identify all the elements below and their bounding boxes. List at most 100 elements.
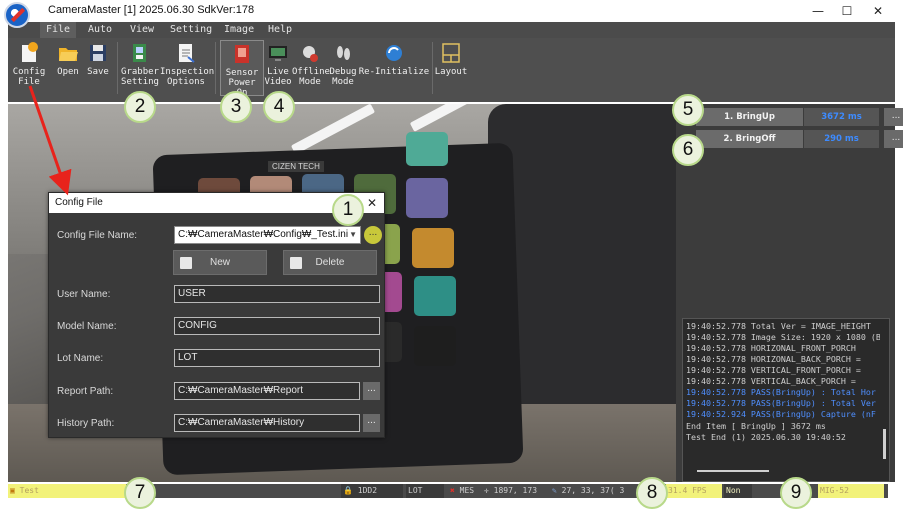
status-pixel-text: 27, 33, 37( 3 bbox=[561, 486, 625, 495]
monitor-icon bbox=[269, 46, 287, 61]
config-file-label: Config bbox=[12, 67, 46, 77]
debug-mode-button[interactable]: Debug Mode bbox=[328, 40, 358, 96]
inspection-doc-icon bbox=[179, 44, 195, 63]
log-line: 19:40:52.778 VERTICAL_FRONT_PORCH = bbox=[686, 365, 861, 375]
menu-auto[interactable]: Auto bbox=[82, 22, 118, 38]
config-file-label-2: File bbox=[18, 77, 40, 87]
status-lot-text: LOT bbox=[408, 486, 423, 495]
offline-mode-icon bbox=[303, 46, 318, 62]
layout-button[interactable]: Layout bbox=[434, 40, 468, 96]
step-more-button[interactable]: ... bbox=[884, 108, 903, 126]
log-line: 19:40:52.778 HORIZONAL_BACK_PORCH = bbox=[686, 354, 861, 364]
log-line: Test End (1) 2025.06.30 19:40:52 bbox=[686, 432, 846, 442]
grabber-setting-label-2: Setting bbox=[121, 77, 159, 87]
history-path-browse-button[interactable]: ... bbox=[363, 414, 380, 432]
new-file-icon bbox=[180, 257, 192, 269]
live-video-label-2: Video bbox=[264, 77, 292, 87]
lock-icon: 🔒 bbox=[343, 486, 353, 495]
status-test-icon: ▣ bbox=[10, 486, 15, 495]
log-line: 19:40:52.778 Total Ver = IMAGE_HEIGHT bbox=[686, 321, 871, 331]
log-line: 19:40:52.924 PASS(BringUp) Capture (nF bbox=[686, 409, 876, 419]
grabber-setting-button[interactable]: Grabber Setting bbox=[120, 40, 160, 96]
log-line: End Item [ BringUp ] 3672 ms bbox=[686, 421, 826, 431]
config-file-icon bbox=[22, 42, 38, 62]
step-more-button[interactable]: ... bbox=[884, 130, 903, 148]
annotation-badge-2: 2 bbox=[124, 91, 156, 123]
config-file-name-select[interactable]: C:₩CameraMaster₩Config₩_Test.ini ▼ bbox=[174, 226, 361, 244]
status-coords-text: 1897, 173 bbox=[493, 486, 538, 495]
delete-config-label: Delete bbox=[315, 257, 345, 268]
user-name-field[interactable]: USER bbox=[174, 285, 380, 303]
chevron-down-icon[interactable]: ▼ bbox=[349, 227, 357, 243]
open-label: Open bbox=[57, 67, 79, 77]
config-file-button[interactable]: Config File bbox=[12, 40, 46, 96]
menu-view[interactable]: View bbox=[124, 22, 160, 38]
sensor-power-icon bbox=[235, 45, 249, 63]
inspection-options-label: Inspection bbox=[160, 67, 215, 77]
lot-name-label: Lot Name: bbox=[57, 353, 104, 364]
log-line: 19:40:52.778 Image Size: 1920 x 1080 (B bbox=[686, 332, 881, 342]
log-horizontal-scroll-thumb[interactable] bbox=[697, 470, 769, 472]
history-path-label: History Path: bbox=[57, 418, 115, 429]
layout-icon bbox=[442, 43, 460, 63]
annotation-badge-8: 8 bbox=[636, 477, 668, 509]
step-name[interactable]: 2. BringOff bbox=[696, 130, 803, 148]
status-test-cell: ▣ Test bbox=[8, 484, 126, 498]
color-swatch bbox=[406, 132, 448, 166]
offline-mode-button[interactable]: Offline Mode bbox=[292, 40, 330, 96]
status-test-text: Test bbox=[19, 486, 39, 495]
log-scroll-thumb[interactable] bbox=[883, 429, 886, 459]
menu-bar: File Auto View Setting Image Help bbox=[8, 22, 895, 38]
grabber-setting-label: Grabber bbox=[121, 67, 159, 77]
reinitialize-button[interactable]: Re-Initialize bbox=[358, 40, 430, 96]
step-name[interactable]: 1. BringUp bbox=[696, 108, 803, 126]
menu-help[interactable]: Help bbox=[262, 22, 298, 38]
toolbar-separator bbox=[432, 42, 433, 94]
live-video-label: Live bbox=[267, 67, 289, 77]
color-swatch bbox=[414, 326, 456, 366]
menu-setting[interactable]: Setting bbox=[164, 22, 218, 38]
menu-file[interactable]: File bbox=[40, 22, 77, 38]
close-button[interactable]: ✕ bbox=[865, 1, 891, 21]
status-fps-text: 31.4 FPS bbox=[668, 486, 707, 495]
status-pixel-cell: ✎ 27, 33, 37( 3 bbox=[550, 484, 650, 498]
inspection-options-button[interactable]: Inspection Options bbox=[160, 40, 215, 96]
dialog-title: Config File bbox=[55, 197, 103, 208]
config-file-name-label: Config File Name: bbox=[57, 230, 138, 241]
maximize-button[interactable]: ☐ bbox=[834, 1, 860, 21]
status-model-cell: MIG-52 bbox=[818, 484, 884, 498]
sensor-power-label: Sensor bbox=[225, 68, 259, 78]
delete-config-button[interactable]: Delete bbox=[283, 250, 377, 275]
lot-name-field[interactable]: LOT bbox=[174, 349, 380, 367]
report-path-field[interactable]: C:₩CameraMaster₩Report bbox=[174, 382, 360, 400]
log-panel[interactable]: 19:40:52.778 Total Ver = IMAGE_HEIGHT 19… bbox=[682, 318, 890, 482]
config-file-name-value: C:₩CameraMaster₩Config₩_Test.ini bbox=[178, 229, 349, 240]
status-coords-cell: ✛ 1897, 173 bbox=[482, 484, 548, 498]
grabber-board-icon bbox=[133, 44, 146, 62]
step-time: 290 ms bbox=[804, 130, 879, 148]
config-file-dialog: Config File ✕ Config File Name: C:₩Camer… bbox=[48, 192, 385, 438]
status-model-text: MIG-52 bbox=[820, 486, 849, 495]
annotation-badge-4: 4 bbox=[263, 91, 295, 123]
status-id-text: 1DD2 bbox=[357, 486, 378, 495]
save-button[interactable]: Save bbox=[85, 40, 111, 96]
model-name-field[interactable]: CONFIG bbox=[174, 317, 380, 335]
live-video-button[interactable]: Live Video bbox=[264, 40, 292, 96]
mes-error-icon: ✖ bbox=[450, 486, 455, 495]
layout-label: Layout bbox=[434, 67, 468, 77]
menu-image[interactable]: Image bbox=[218, 22, 260, 38]
status-mode-text: Non bbox=[726, 486, 741, 495]
minimize-button[interactable]: — bbox=[805, 1, 831, 21]
crosshair-icon: ✛ bbox=[484, 486, 489, 495]
dialog-close-icon[interactable]: ✕ bbox=[364, 194, 380, 212]
status-id-cell: 🔒 1DD2 bbox=[341, 484, 403, 498]
open-button[interactable]: Open bbox=[54, 40, 82, 96]
offline-mode-label: Offline bbox=[292, 67, 330, 77]
toolbar-separator bbox=[117, 42, 118, 94]
save-label: Save bbox=[87, 67, 109, 77]
sensor-power-on-button[interactable]: Sensor Power On bbox=[220, 40, 264, 98]
new-config-button[interactable]: New bbox=[173, 250, 267, 275]
config-browse-button[interactable]: ... bbox=[364, 226, 382, 244]
report-path-browse-button[interactable]: ... bbox=[363, 382, 380, 400]
history-path-field[interactable]: C:₩CameraMaster₩History bbox=[174, 414, 360, 432]
